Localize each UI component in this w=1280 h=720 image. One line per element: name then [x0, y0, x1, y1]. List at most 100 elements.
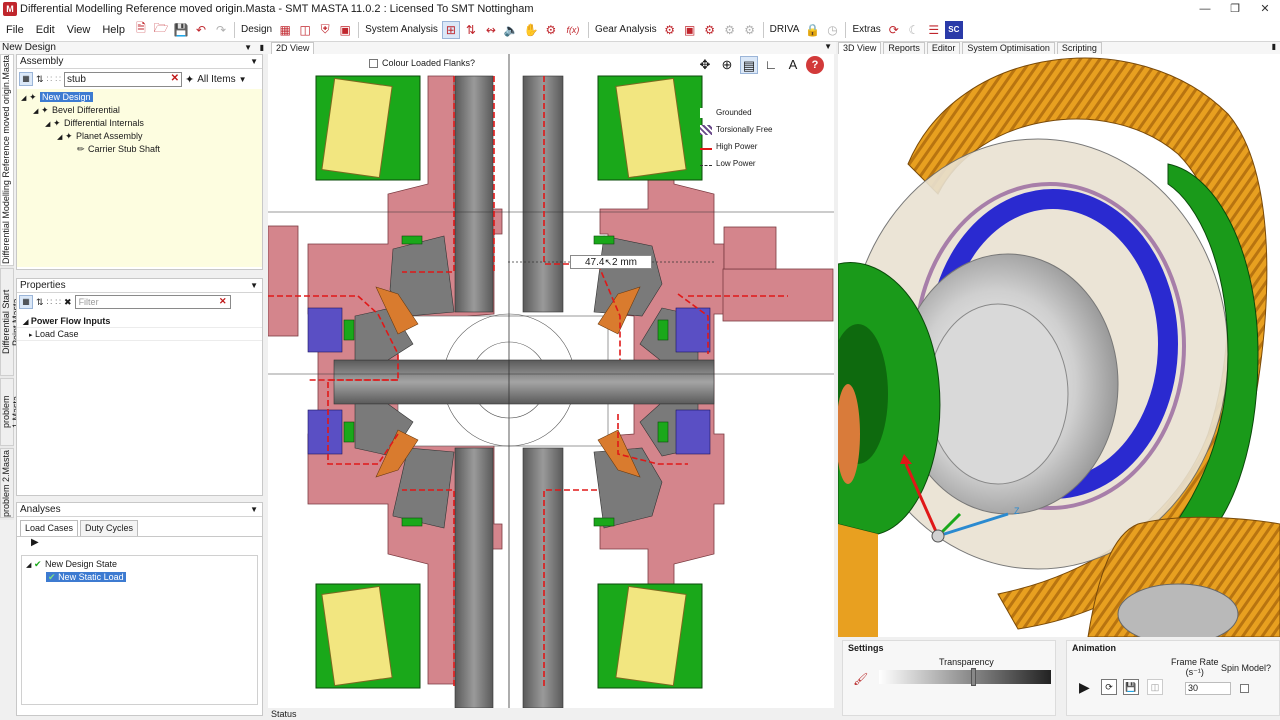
dropdown-icon[interactable]: ▼: [250, 279, 258, 293]
view2d-canvas[interactable]: Colour Loaded Flanks? ✥ ⊕ ▤ ∟ A ? Ground…: [268, 54, 834, 708]
open-folder-icon[interactable]: 🗁: [152, 21, 170, 39]
power-flow-inputs-section[interactable]: ◢ Power Flow Inputs: [17, 315, 262, 328]
spin-model-checkbox[interactable]: [1240, 684, 1249, 693]
sort-icon[interactable]: ⇅: [36, 297, 44, 308]
tools-icon[interactable]: ✖: [64, 297, 72, 308]
collapse-arrow-icon[interactable]: ◢: [26, 559, 34, 572]
driva-label[interactable]: DRIVA: [767, 24, 803, 35]
tree-item-new-design-state[interactable]: ◢ ✔ New Design State: [22, 558, 257, 571]
properties-filter-input[interactable]: Filter ✕: [74, 295, 231, 309]
power-flow-icon[interactable]: ⊞: [441, 20, 460, 39]
menu-view[interactable]: View: [61, 24, 97, 36]
collapse-arrow-icon[interactable]: ◢: [33, 105, 41, 118]
clock-icon[interactable]: ◷: [823, 21, 841, 39]
file-tab-problem-2[interactable]: problem 2.Masta: [0, 448, 14, 518]
colour-flanks-checkbox[interactable]: [369, 58, 378, 68]
design-mode-label[interactable]: Design: [238, 24, 275, 35]
system-analysis-label[interactable]: System Analysis: [362, 24, 441, 35]
redo-icon[interactable]: ↷: [212, 21, 230, 39]
help-icon[interactable]: ?: [806, 56, 824, 74]
menu-edit[interactable]: Edit: [30, 24, 61, 36]
tab-duty-cycles[interactable]: Duty Cycles: [80, 520, 139, 536]
moon-icon[interactable]: ☾: [905, 21, 923, 39]
collapse-arrow-icon[interactable]: ◢: [45, 118, 53, 131]
close-button[interactable]: ✕: [1250, 0, 1280, 18]
refresh-icon[interactable]: ⟳: [885, 21, 903, 39]
tab-scripting[interactable]: Scripting: [1056, 42, 1102, 54]
frame-rate-input[interactable]: 30: [1185, 682, 1231, 695]
text-icon[interactable]: A: [784, 56, 802, 74]
transparency-slider[interactable]: [879, 668, 1051, 686]
extras-label[interactable]: Extras: [849, 24, 883, 35]
tree-item-new-static-load[interactable]: ✔ New Static Load: [22, 571, 257, 584]
tab-3d-view[interactable]: 3D View: [838, 42, 882, 54]
tree-view-icon[interactable]: ▦: [19, 72, 33, 86]
gear-tooth-icon[interactable]: ⚙: [701, 21, 719, 39]
load-case-property[interactable]: ▸ Load Case: [17, 328, 262, 341]
restore-button[interactable]: ❐: [1220, 0, 1250, 18]
tools-icon[interactable]: ☰: [925, 21, 943, 39]
collapse-arrow-icon[interactable]: ◢: [23, 319, 28, 326]
dropdown-icon[interactable]: ▼: [824, 42, 832, 51]
pin-icon[interactable]: ▮: [260, 42, 264, 54]
pan-icon[interactable]: ✥: [696, 56, 714, 74]
tab-system-optimisation[interactable]: System Optimisation: [962, 42, 1055, 54]
design-tool-icon[interactable]: ▦: [276, 21, 294, 39]
expand-icon[interactable]: ∷: [55, 74, 61, 85]
database-icon[interactable]: ⛨: [316, 21, 334, 39]
section-icon[interactable]: ▤: [740, 56, 758, 74]
paint-brush-icon[interactable]: 🖌: [853, 672, 868, 686]
view3d-canvas[interactable]: Z: [838, 54, 1280, 637]
close-icon[interactable]: ▮: [1272, 42, 1276, 51]
tree-item-bevel-differential[interactable]: ◢ ✦ Bevel Differential: [17, 104, 262, 117]
dropdown-icon[interactable]: ▼: [244, 42, 252, 54]
tab-load-cases[interactable]: Load Cases: [20, 520, 79, 536]
sort-icon[interactable]: ⇅: [36, 74, 44, 85]
dimension-icon[interactable]: ∟: [762, 56, 780, 74]
3d-model-render[interactable]: Z: [838, 54, 1280, 637]
expand-arrow-icon[interactable]: ▸: [29, 332, 33, 339]
tree-item-differential-internals[interactable]: ◢ ✦ Differential Internals: [17, 117, 262, 130]
scripting-icon[interactable]: SC: [944, 20, 963, 39]
driva-lock-icon[interactable]: 🔒: [803, 21, 821, 39]
tree-item-carrier-stub-shaft[interactable]: ✏ Carrier Stub Shaft: [17, 143, 262, 156]
zoom-fit-icon[interactable]: ⊕: [718, 56, 736, 74]
tree-item-planet-assembly[interactable]: ◢ ✦ Planet Assembly: [17, 130, 262, 143]
gear-settings-icon[interactable]: ⚙: [741, 21, 759, 39]
collapse-arrow-icon[interactable]: ◢: [57, 131, 65, 144]
play-icon[interactable]: ▶: [31, 537, 39, 548]
expand-icon[interactable]: ∷: [55, 297, 61, 308]
minimize-button[interactable]: —: [1190, 0, 1220, 18]
gear-analysis-label[interactable]: Gear Analysis: [592, 24, 660, 35]
dropdown-icon[interactable]: ▼: [250, 503, 258, 517]
file-tab-start-point[interactable]: Differential Start Point.Masta: [0, 268, 21, 376]
record-icon[interactable]: ◫: [1147, 679, 1163, 695]
gear-disabled-icon[interactable]: ⚙: [721, 21, 739, 39]
dropdown-icon[interactable]: ▼: [239, 75, 247, 84]
save-icon[interactable]: 💾: [172, 21, 190, 39]
items-filter-icon[interactable]: ✦: [185, 73, 194, 86]
sound-icon[interactable]: 🔈: [502, 21, 520, 39]
clear-filter-icon[interactable]: ✕: [219, 295, 227, 307]
slider-thumb[interactable]: [971, 668, 976, 686]
bearing-tool-icon[interactable]: ◫: [296, 21, 314, 39]
reset-icon[interactable]: ⟳: [1101, 679, 1117, 695]
save-icon[interactable]: 💾: [1123, 679, 1139, 695]
colour-flanks-toggle[interactable]: Colour Loaded Flanks?: [369, 58, 475, 68]
stress-icon[interactable]: ⚙: [542, 21, 560, 39]
collapse-arrow-icon[interactable]: ◢: [21, 92, 29, 105]
tab-reports[interactable]: Reports: [883, 42, 925, 54]
clear-search-icon[interactable]: ✕: [171, 72, 179, 85]
file-tab-problem-1[interactable]: problem 1.Masta: [0, 378, 21, 446]
undo-icon[interactable]: ↶: [192, 21, 210, 39]
tree-item-new-design[interactable]: ◢ ✦ New Design: [17, 91, 262, 104]
assembly-search-input[interactable]: stub ✕: [64, 71, 183, 87]
play-icon[interactable]: ▶: [1079, 679, 1090, 696]
tab-editor[interactable]: Editor: [926, 42, 961, 54]
gear-set-icon[interactable]: ⚙: [661, 21, 679, 39]
all-items-dropdown[interactable]: All Items: [197, 74, 235, 85]
material-icon[interactable]: ▣: [336, 21, 354, 39]
file-tab-reference[interactable]: Differential Modelling Reference moved o…: [0, 54, 14, 266]
modal-icon[interactable]: ↭: [482, 21, 500, 39]
hand-icon[interactable]: ✋: [522, 21, 540, 39]
